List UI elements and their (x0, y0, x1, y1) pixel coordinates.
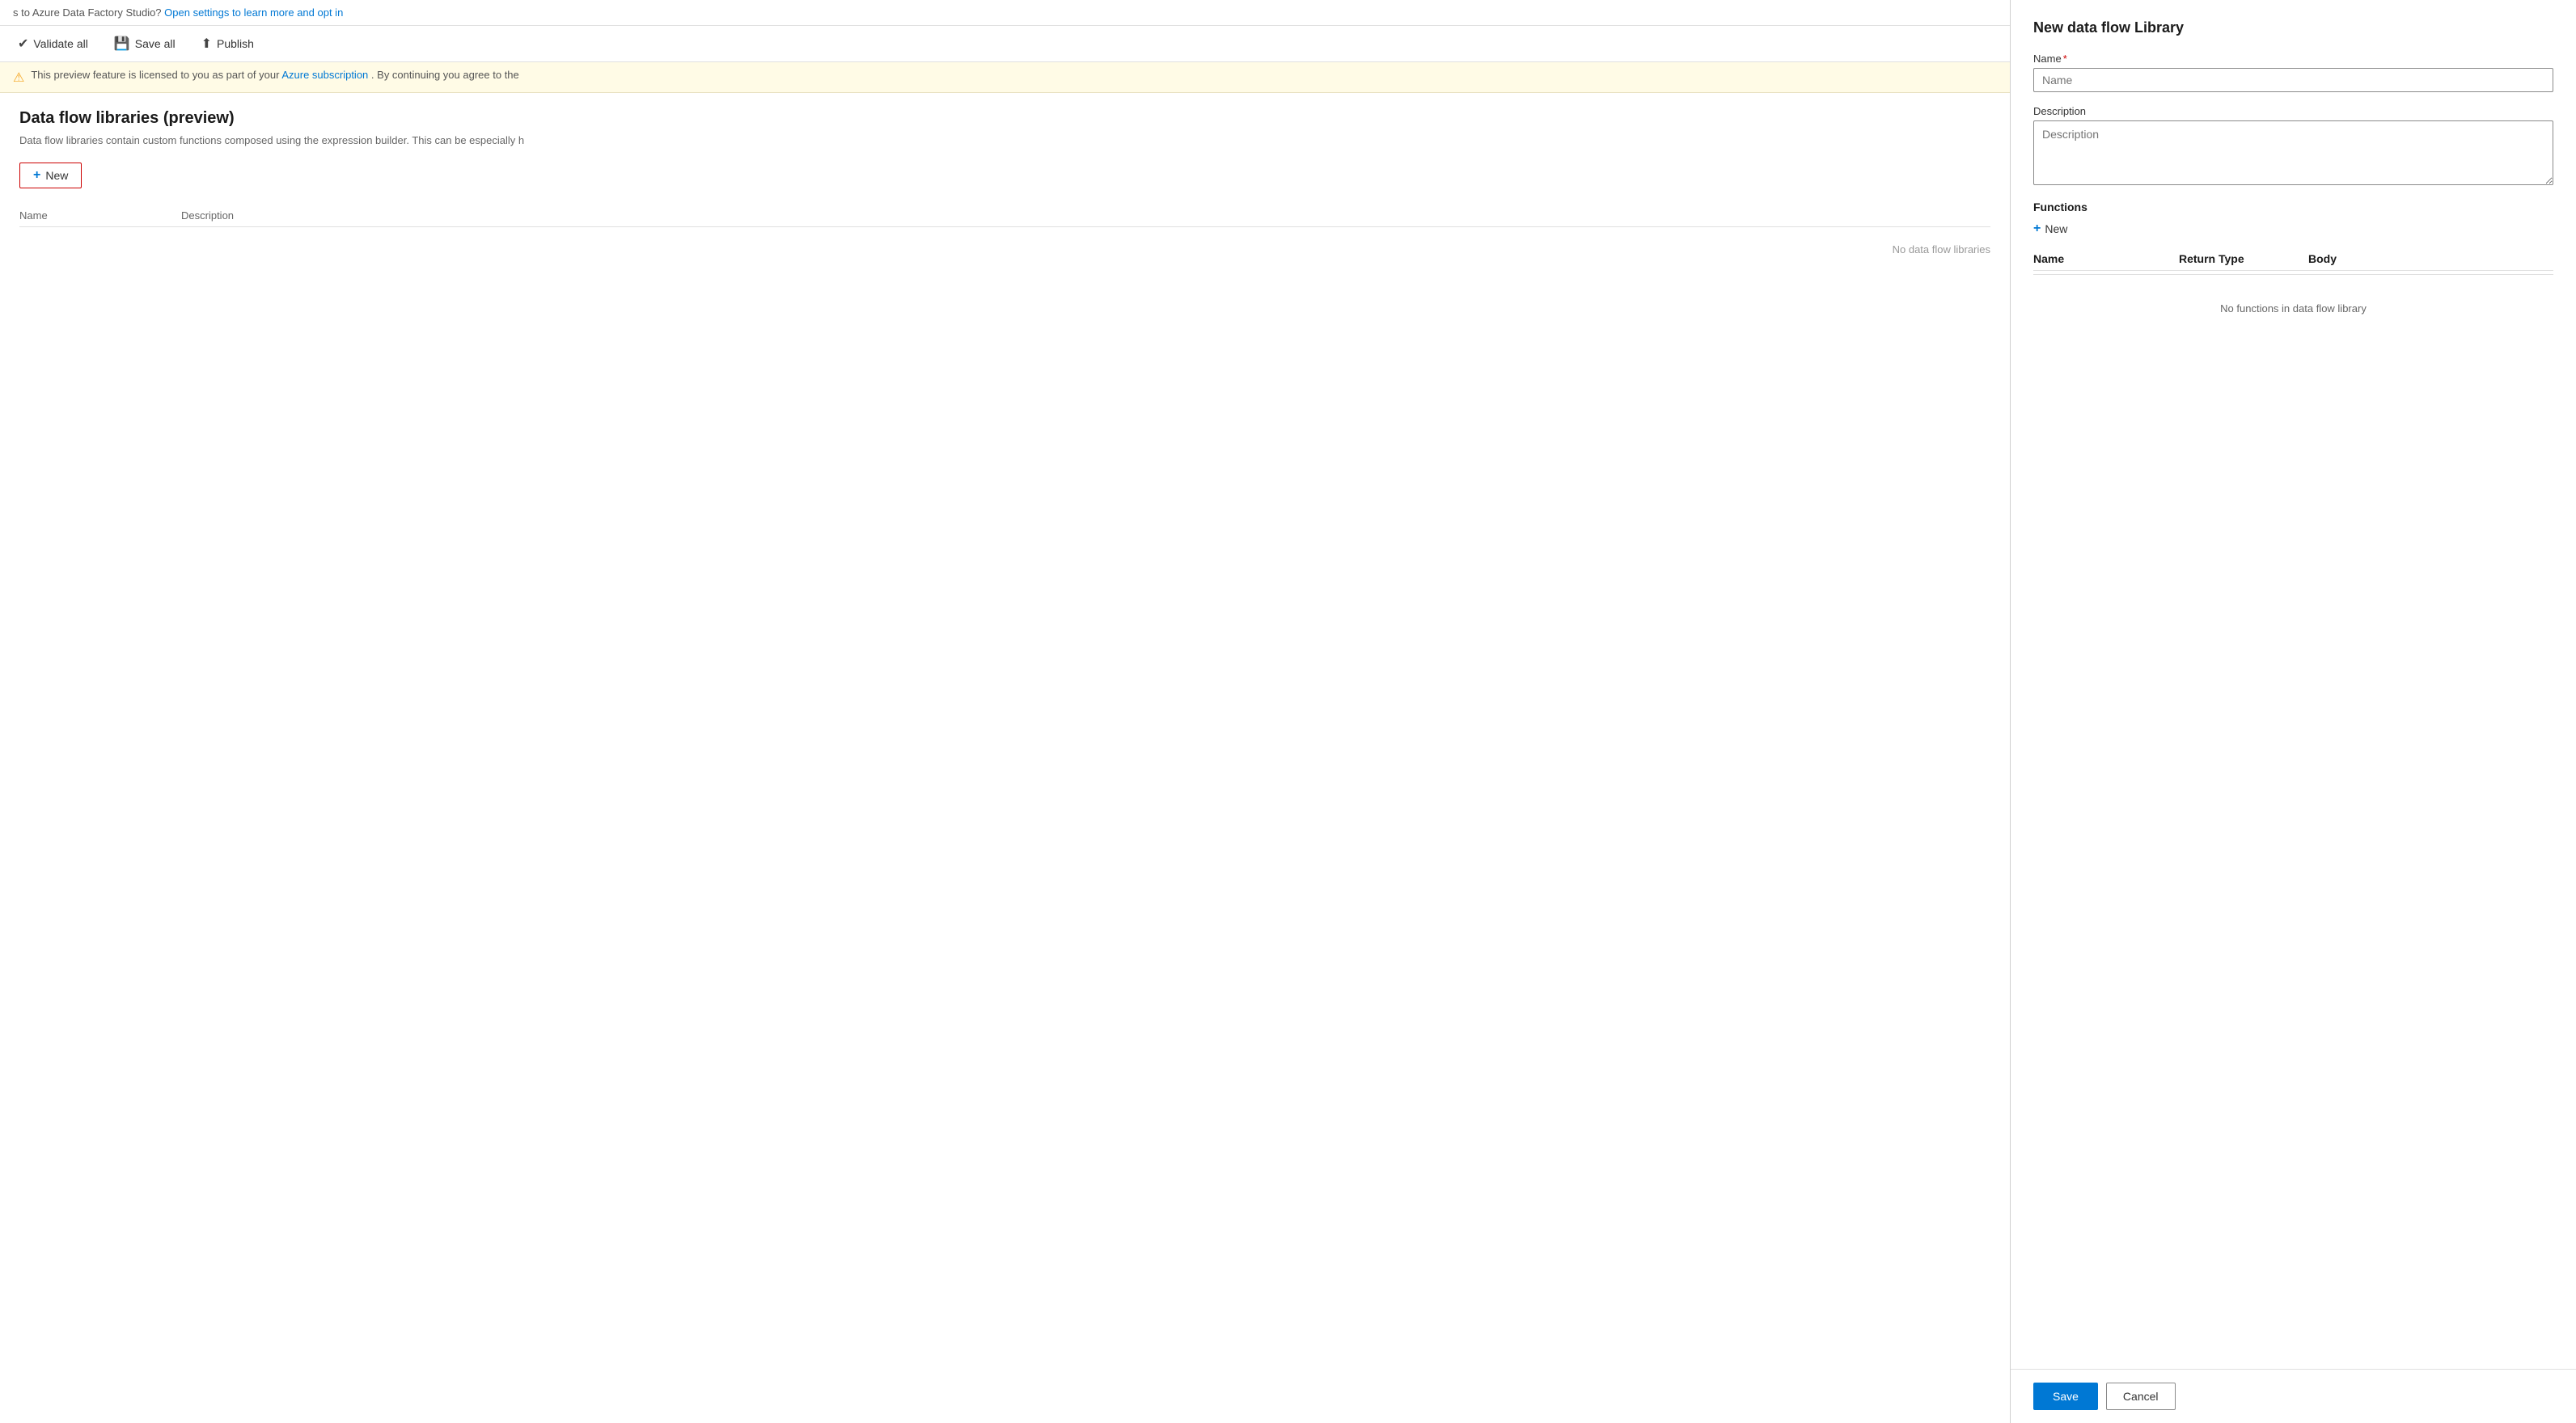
plus-icon: + (33, 168, 40, 183)
validate-icon: ✔ (18, 36, 28, 52)
name-field-group: Name* (2033, 53, 2553, 92)
warning-text: This preview feature is licensed to you … (31, 69, 518, 81)
publish-button[interactable]: ⬆ Publish (197, 32, 259, 55)
col-name-header: Name (19, 209, 181, 222)
required-indicator: * (2063, 53, 2067, 65)
cancel-button[interactable]: Cancel (2106, 1383, 2176, 1410)
new-button-label: New (45, 169, 68, 182)
save-icon: 💾 (114, 36, 130, 52)
fn-plus-icon: + (2033, 222, 2041, 236)
left-panel: s to Azure Data Factory Studio? Open set… (0, 0, 2010, 1423)
description-label: Description (2033, 105, 2553, 117)
fn-table-divider (2033, 274, 2553, 275)
fn-no-data-message: No functions in data flow library (2033, 278, 2553, 339)
validate-label: Validate all (33, 37, 87, 50)
description-field-group: Description (2033, 105, 2553, 188)
azure-subscription-link[interactable]: Azure subscription (281, 69, 368, 81)
publish-icon: ⬆ (201, 36, 212, 52)
fn-col-name-header: Name (2033, 252, 2179, 265)
page-description: Data flow libraries contain custom funct… (19, 134, 586, 146)
functions-label: Functions (2033, 201, 2553, 213)
page-title: Data flow libraries (preview) (19, 109, 1990, 128)
content-area: Data flow libraries (preview) Data flow … (0, 93, 2010, 1423)
no-data-message: No data flow libraries (19, 227, 1990, 272)
name-input[interactable] (2033, 68, 2553, 92)
banner-link[interactable]: Open settings to learn more and opt in (164, 6, 343, 19)
dialog-title: New data flow Library (2033, 19, 2553, 36)
description-textarea[interactable] (2033, 120, 2553, 185)
banner-text: s to Azure Data Factory Studio? (13, 6, 162, 19)
save-label: Save all (135, 37, 176, 50)
warning-bar: ⚠ This preview feature is licensed to yo… (0, 62, 2010, 93)
save-button[interactable]: Save (2033, 1383, 2098, 1410)
functions-table-header: Name Return Type Body (2033, 247, 2553, 271)
top-banner: s to Azure Data Factory Studio? Open set… (0, 0, 2010, 26)
fn-col-type-header: Return Type (2179, 252, 2308, 265)
warning-icon: ⚠ (13, 70, 24, 86)
validate-all-button[interactable]: ✔ Validate all (13, 32, 93, 55)
table-header: Name Description (19, 205, 1990, 227)
fn-col-body-header: Body (2308, 252, 2553, 265)
new-dataflow-dialog: New data flow Library Name* Description … (2010, 0, 2576, 1423)
col-desc-header: Description (181, 209, 1990, 222)
new-library-button[interactable]: + New (19, 163, 82, 188)
new-function-button[interactable]: + New (2033, 220, 2067, 238)
publish-label: Publish (217, 37, 254, 50)
dialog-content: New data flow Library Name* Description … (2011, 0, 2576, 1369)
name-label: Name* (2033, 53, 2553, 65)
save-all-button[interactable]: 💾 Save all (109, 32, 180, 55)
fn-new-label: New (2045, 222, 2067, 235)
dialog-footer: Save Cancel (2011, 1369, 2576, 1423)
functions-section: Functions + New Name Return Type Body No… (2033, 201, 2553, 339)
toolbar: ✔ Validate all 💾 Save all ⬆ Publish (0, 26, 2010, 62)
